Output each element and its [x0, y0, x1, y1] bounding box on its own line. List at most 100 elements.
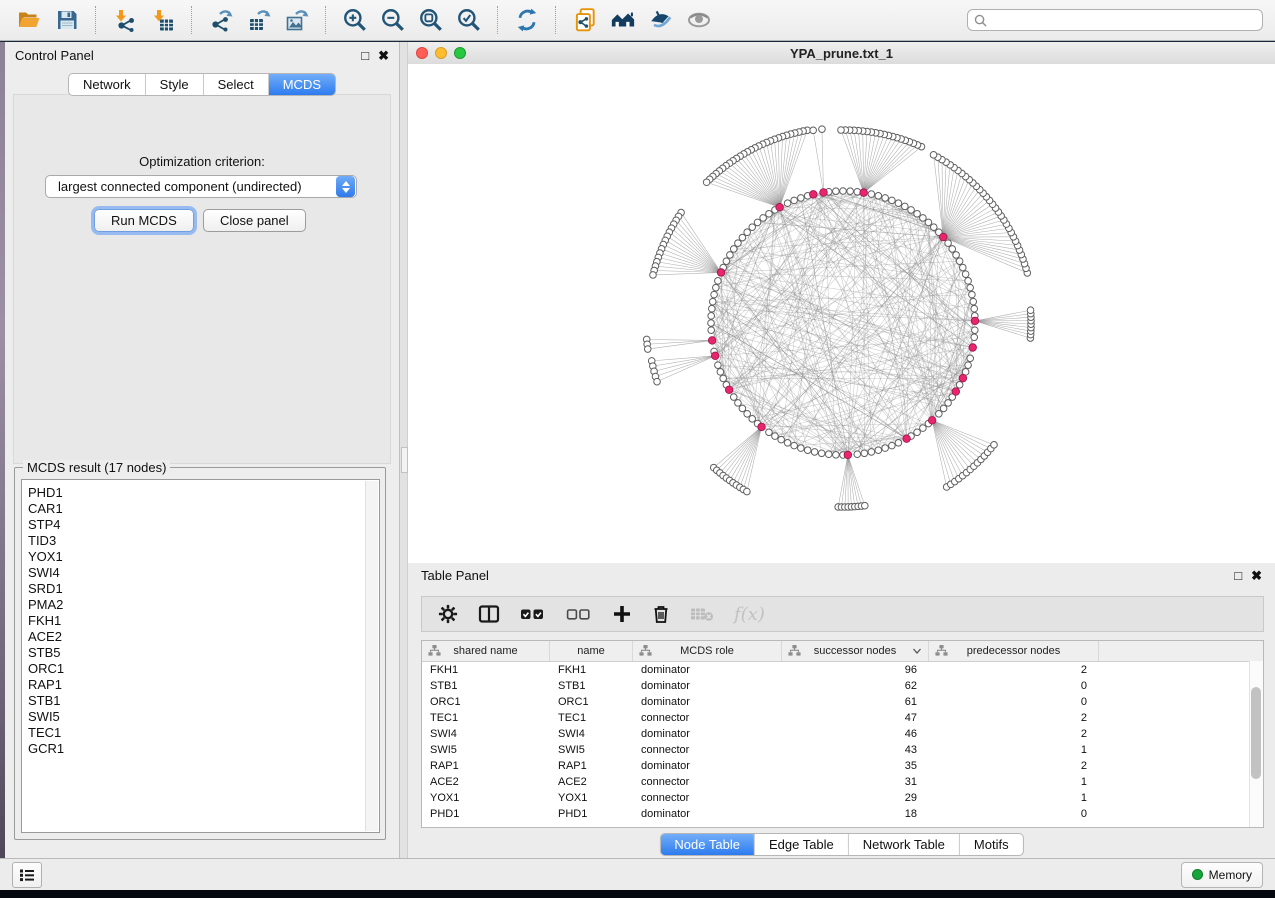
memory-button[interactable]: Memory [1181, 862, 1263, 888]
network-node[interactable] [708, 305, 715, 312]
table-cell[interactable]: 31 [782, 774, 929, 790]
table-cell[interactable]: PHD1 [422, 806, 550, 822]
graphics-details-icon[interactable] [648, 7, 674, 33]
table-cell[interactable]: 62 [782, 678, 929, 694]
tab-select[interactable]: Select [203, 74, 268, 95]
network-node[interactable] [717, 369, 724, 376]
table-cell[interactable]: 47 [782, 710, 929, 726]
table-cell[interactable]: 1 [929, 742, 1099, 758]
network-window-titlebar[interactable]: YPA_prune.txt_1 [408, 42, 1275, 65]
table-cell[interactable]: 1 [929, 790, 1099, 806]
network-node[interactable] [920, 215, 927, 222]
mcds-node[interactable] [959, 374, 967, 382]
save-session-icon[interactable] [54, 7, 80, 33]
home-networks-icon[interactable] [610, 7, 636, 33]
mcds-result-item[interactable]: GCR1 [22, 741, 379, 757]
table-cell[interactable]: 46 [782, 726, 929, 742]
mcds-result-item[interactable]: TID3 [22, 533, 379, 549]
mcds-node[interactable] [711, 352, 719, 360]
table-cell[interactable]: PHD1 [550, 806, 633, 822]
table-cell[interactable]: 1 [929, 774, 1099, 790]
table-cell[interactable]: 29 [782, 790, 929, 806]
network-leaf-node[interactable] [810, 127, 817, 134]
table-row[interactable]: STB1STB1dominator620 [422, 678, 1263, 694]
network-leaf-node[interactable] [930, 152, 937, 159]
table-cell[interactable]: FKH1 [422, 662, 550, 678]
network-node[interactable] [956, 258, 963, 265]
network-node[interactable] [727, 252, 734, 259]
refresh-view-icon[interactable] [514, 7, 540, 33]
network-node[interactable] [965, 278, 972, 285]
network-leaf-node[interactable] [650, 272, 657, 279]
network-node[interactable] [784, 439, 791, 446]
network-node[interactable] [766, 210, 773, 217]
table-cell[interactable]: connector [633, 774, 782, 790]
network-node[interactable] [956, 382, 963, 389]
mcds-result-item[interactable]: STB5 [22, 645, 379, 661]
table-cell[interactable]: ORC1 [422, 694, 550, 710]
mcds-result-item[interactable]: ORC1 [22, 661, 379, 677]
table-cell[interactable]: 18 [782, 806, 929, 822]
table-row[interactable]: ORC1ORC1dominator610 [422, 694, 1263, 710]
column-header-name[interactable]: name [550, 641, 633, 661]
network-node[interactable] [708, 313, 715, 320]
share-document-icon[interactable] [572, 7, 598, 33]
network-node[interactable] [875, 447, 882, 454]
import-network-icon[interactable] [112, 7, 138, 33]
table-cell[interactable]: FKH1 [550, 662, 633, 678]
network-leaf-node[interactable] [991, 442, 998, 449]
tab-network[interactable]: Network [69, 74, 145, 95]
table-cell[interactable]: connector [633, 742, 782, 758]
table-cell[interactable]: TEC1 [422, 710, 550, 726]
network-node[interactable] [925, 219, 932, 226]
network-node[interactable] [713, 284, 720, 291]
mcds-result-item[interactable]: ACE2 [22, 629, 379, 645]
zoom-fit-icon[interactable] [418, 7, 444, 33]
mcds-node[interactable] [939, 233, 947, 241]
mcds-result-item[interactable]: YOX1 [22, 549, 379, 565]
table-cell[interactable]: connector [633, 710, 782, 726]
network-node[interactable] [875, 193, 882, 200]
table-cell[interactable]: 35 [782, 758, 929, 774]
network-leaf-node[interactable] [861, 502, 868, 509]
mcds-node[interactable] [708, 337, 716, 345]
network-node[interactable] [840, 188, 847, 195]
table-cell[interactable]: dominator [633, 662, 782, 678]
birdseye-view-icon[interactable] [686, 7, 712, 33]
close-table-panel-icon[interactable]: ✖ [1251, 569, 1262, 582]
table-cell[interactable]: SWI4 [422, 726, 550, 742]
network-node[interactable] [967, 284, 974, 291]
table-cell[interactable]: dominator [633, 758, 782, 774]
mcds-result-list[interactable]: PHD1CAR1STP4TID3YOX1SWI4SRD1PMA2FKH1ACE2… [21, 479, 380, 833]
tab-mcds[interactable]: MCDS [268, 74, 335, 95]
import-table-icon[interactable] [150, 7, 176, 33]
export-image-icon[interactable] [284, 7, 310, 33]
mcds-node[interactable] [820, 189, 828, 197]
table-cell[interactable]: 61 [782, 694, 929, 710]
mcds-result-item[interactable]: SWI5 [22, 709, 379, 725]
network-node[interactable] [914, 210, 921, 217]
network-node[interactable] [744, 410, 751, 417]
mcds-result-item[interactable]: STP4 [22, 517, 379, 533]
network-node[interactable] [730, 246, 737, 253]
network-node[interactable] [889, 197, 896, 204]
tab-network-table[interactable]: Network Table [848, 834, 959, 855]
network-node[interactable] [772, 433, 779, 440]
network-node[interactable] [940, 405, 947, 412]
close-panel-button[interactable]: Close panel [203, 209, 306, 232]
mcds-node[interactable] [758, 423, 766, 431]
network-node[interactable] [811, 449, 818, 456]
splitter-handle[interactable] [401, 447, 408, 473]
network-node[interactable] [969, 291, 976, 298]
table-row[interactable]: PHD1PHD1dominator180 [422, 806, 1263, 822]
mcds-node[interactable] [776, 203, 784, 211]
add-column-icon[interactable] [612, 604, 632, 624]
run-mcds-button[interactable]: Run MCDS [94, 209, 194, 232]
network-node[interactable] [882, 195, 889, 202]
network-node[interactable] [936, 410, 943, 417]
network-node[interactable] [967, 355, 974, 362]
table-cell[interactable]: dominator [633, 726, 782, 742]
network-node[interactable] [868, 449, 875, 456]
table-row[interactable]: SWI5SWI5connector431 [422, 742, 1263, 758]
table-cell[interactable]: YOX1 [422, 790, 550, 806]
